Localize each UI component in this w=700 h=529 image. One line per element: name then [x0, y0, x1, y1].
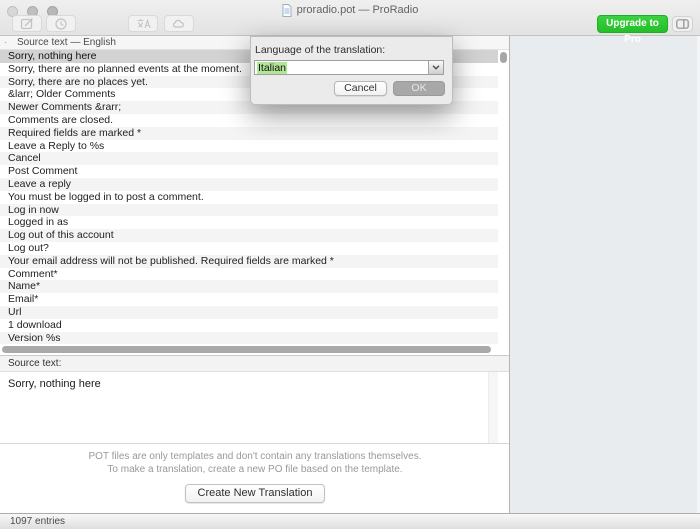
- cancel-button[interactable]: Cancel: [334, 81, 387, 96]
- list-item[interactable]: Required fields are marked *: [0, 127, 498, 140]
- language-dialog-label: Language of the translation:: [255, 44, 385, 56]
- translation-sidebar: [509, 36, 700, 513]
- sidebar-toggle-icon: [676, 19, 689, 29]
- pot-template-panel: POT files are only templates and don't c…: [0, 443, 510, 513]
- list-item[interactable]: Comment*: [0, 268, 498, 281]
- create-new-translation-button[interactable]: Create New Translation: [185, 484, 326, 503]
- list-item[interactable]: Log in now: [0, 204, 498, 217]
- status-bar: 1097 entries: [0, 513, 700, 529]
- sort-indicator-icon: ·: [4, 36, 7, 49]
- translate-icon: [136, 17, 151, 30]
- list-vertical-scrollbar[interactable]: [500, 52, 507, 63]
- ok-button[interactable]: OK: [393, 81, 445, 96]
- source-text-label: Source text:: [0, 355, 510, 372]
- translation-list-pane: · Source text — English Sorry, nothing h…: [0, 36, 510, 513]
- list-item[interactable]: Log out of this account: [0, 229, 498, 242]
- edit-icon: [20, 17, 34, 30]
- history-icon: [54, 17, 68, 31]
- list-item[interactable]: Logged in as: [0, 216, 498, 229]
- list-item[interactable]: Log out?: [0, 242, 498, 255]
- list-horizontal-scrollbar[interactable]: [2, 346, 491, 353]
- source-text-value: Sorry, nothing here: [0, 372, 510, 396]
- sidebar-toggle-button[interactable]: [672, 16, 693, 32]
- language-value: Italian: [257, 62, 287, 74]
- entries-count: 1097 entries: [10, 516, 65, 527]
- list-item[interactable]: You must be logged in to post a comment.: [0, 191, 498, 204]
- edit-button[interactable]: [12, 15, 42, 32]
- source-text-area: Sorry, nothing here: [0, 372, 510, 443]
- titlebar: proradio.pot — ProRadio Upgrade to Pro: [0, 0, 700, 36]
- list-item[interactable]: Leave a Reply to %s: [0, 140, 498, 153]
- list-item[interactable]: Leave a reply: [0, 178, 498, 191]
- window-title-text: proradio.pot — ProRadio: [297, 4, 419, 16]
- language-combobox[interactable]: Italian: [254, 60, 444, 75]
- list-item[interactable]: 1 download: [0, 319, 498, 332]
- list-item[interactable]: Version %s: [0, 332, 498, 345]
- list-item[interactable]: Your email address will not be published…: [0, 255, 498, 268]
- combobox-dropdown-button[interactable]: [428, 61, 443, 74]
- language-dialog: Language of the translation: Italian Can…: [250, 36, 453, 105]
- source-text-scrollbar-track: [488, 372, 498, 443]
- list-item[interactable]: Email*: [0, 293, 498, 306]
- list-item[interactable]: Cancel: [0, 152, 498, 165]
- pot-hint-line1: POT files are only templates and don't c…: [0, 452, 510, 462]
- cloud-sync-button[interactable]: [164, 15, 194, 32]
- document-icon: [282, 4, 292, 17]
- list-item[interactable]: Url: [0, 306, 498, 319]
- list-horizontal-scrollbar-track: [0, 344, 510, 355]
- column-header-label: Source text — English: [17, 37, 116, 48]
- window-title: proradio.pot — ProRadio: [0, 3, 700, 17]
- pot-hint-line2: To make a translation, create a new PO f…: [0, 465, 510, 475]
- cloud-sync-icon: [172, 17, 186, 30]
- chevron-down-icon: [432, 65, 440, 70]
- list-item[interactable]: Comments are closed.: [0, 114, 498, 127]
- history-button[interactable]: [46, 15, 76, 32]
- list-item[interactable]: Post Comment: [0, 165, 498, 178]
- upgrade-to-pro-button[interactable]: Upgrade to Pro: [597, 15, 668, 33]
- translate-button[interactable]: [128, 15, 158, 32]
- list-item[interactable]: Name*: [0, 280, 498, 293]
